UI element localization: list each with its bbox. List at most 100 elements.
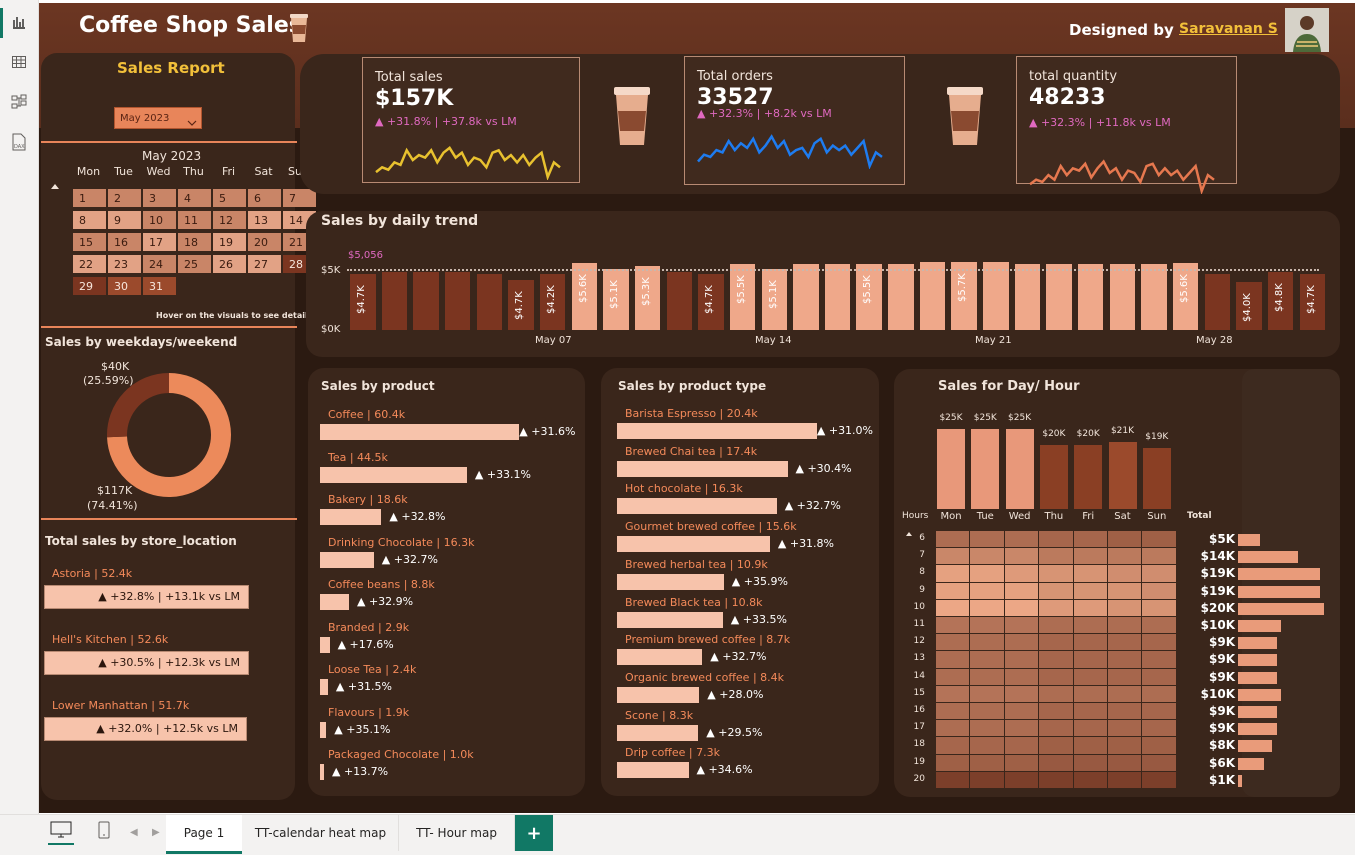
calendar-day[interactable]: 7 <box>283 189 316 207</box>
heatmap-cell[interactable] <box>1142 720 1176 737</box>
day-bar[interactable] <box>1142 448 1171 509</box>
heatmap-cell[interactable] <box>936 703 970 720</box>
calendar-day[interactable]: 16 <box>108 233 141 251</box>
calendar-day[interactable]: 1 <box>73 189 106 207</box>
tab-hour-map[interactable]: TT- Hour map <box>399 815 515 851</box>
ptypes-bar[interactable] <box>617 498 777 515</box>
calendar-day[interactable]: 5 <box>213 189 246 207</box>
collapse-arrow-icon[interactable] <box>51 175 59 194</box>
calendar-day[interactable]: 6 <box>248 189 281 207</box>
heatmap-cell[interactable] <box>1108 599 1142 616</box>
total-bar[interactable] <box>1238 602 1324 615</box>
calendar-day[interactable]: 25 <box>178 255 211 273</box>
total-bar[interactable] <box>1238 585 1320 598</box>
calendar-day[interactable]: 4 <box>178 189 211 207</box>
heatmap-cell[interactable] <box>1073 617 1107 634</box>
heatmap-cell[interactable] <box>1004 582 1039 599</box>
heatmap-cell[interactable] <box>1039 703 1073 720</box>
heatmap-cell[interactable] <box>1108 582 1142 599</box>
model-view-icon[interactable] <box>9 92 29 112</box>
heatmap-cell[interactable] <box>936 668 970 685</box>
daily-bar[interactable] <box>983 261 1009 330</box>
heatmap-cell[interactable] <box>936 548 970 565</box>
heatmap-cell[interactable] <box>1004 720 1039 737</box>
store-bar[interactable]: ▲ +30.5% | +12.3k vs LM <box>44 651 249 675</box>
heatmap-cell[interactable] <box>1004 617 1039 634</box>
heatmap-cell[interactable] <box>1073 651 1107 668</box>
heatmap-cell[interactable] <box>936 737 970 754</box>
heatmap-cell[interactable] <box>1039 634 1073 651</box>
ptypes-bar[interactable] <box>617 573 724 590</box>
heatmap-cell[interactable] <box>1004 737 1039 754</box>
heatmap-cell[interactable] <box>1142 531 1176 548</box>
heatmap-cell[interactable] <box>970 599 1004 616</box>
heatmap-cell[interactable] <box>1004 668 1039 685</box>
heatmap-cell[interactable] <box>970 703 1004 720</box>
heatmap-cell[interactable] <box>970 634 1004 651</box>
heatmap-cell[interactable] <box>970 771 1004 788</box>
heatmap-cell[interactable] <box>1142 754 1176 771</box>
kpi-card[interactable]: Total sales $157K ▲ +31.8% | +37.8k vs LM <box>362 57 580 183</box>
heatmap-cell[interactable] <box>1073 754 1107 771</box>
heatmap-cell[interactable] <box>970 737 1004 754</box>
kpi-sparkline[interactable] <box>373 140 563 180</box>
daily-bar[interactable] <box>1204 273 1230 330</box>
heatmap-cell[interactable] <box>1142 668 1176 685</box>
heatmap-cell[interactable] <box>1004 703 1039 720</box>
daily-bar[interactable] <box>444 272 471 330</box>
heatmap-cell[interactable] <box>1108 565 1142 582</box>
calendar-day[interactable]: 23 <box>108 255 141 273</box>
products-bar[interactable] <box>320 424 520 440</box>
products-bar[interactable] <box>320 551 374 568</box>
heatmap-cell[interactable] <box>1073 548 1107 565</box>
heatmap-cell[interactable] <box>1073 703 1107 720</box>
heatmap-cell[interactable] <box>1108 617 1142 634</box>
calendar-day[interactable]: 26 <box>213 255 246 273</box>
desktop-view-icon[interactable] <box>50 821 72 843</box>
heatmap-cell[interactable] <box>1142 617 1176 634</box>
day-bar[interactable] <box>1074 445 1103 509</box>
heatmap-cell[interactable] <box>1073 668 1107 685</box>
heatmap-cell[interactable] <box>1039 685 1073 702</box>
report-view-icon[interactable] <box>9 12 29 32</box>
daily-bar[interactable] <box>919 261 946 330</box>
heatmap-cell[interactable] <box>1108 737 1142 754</box>
ptypes-bar[interactable] <box>617 649 703 666</box>
calendar-day[interactable]: 29 <box>73 277 106 295</box>
heatmap-cell[interactable] <box>1108 771 1142 788</box>
day-bar[interactable] <box>1005 429 1034 509</box>
daily-bar[interactable] <box>824 264 851 330</box>
tab-calendar-heat-map[interactable]: TT-calendar heat map <box>243 815 399 851</box>
heatmap-cell[interactable] <box>1004 685 1039 702</box>
heatmap-cell[interactable] <box>936 565 970 582</box>
ptypes-bar[interactable] <box>617 762 689 779</box>
weekday-donut-chart[interactable] <box>107 373 231 501</box>
total-bar[interactable] <box>1238 774 1243 787</box>
heatmap-cell[interactable] <box>1142 737 1176 754</box>
table-view-icon[interactable] <box>9 52 29 72</box>
heatmap-cell[interactable] <box>1004 565 1039 582</box>
heatmap-cell[interactable] <box>970 720 1004 737</box>
kpi-card[interactable]: Total orders 33527 ▲ +32.3% | +8.2k vs LM <box>684 56 905 185</box>
heatmap-cell[interactable] <box>1039 754 1073 771</box>
kpi-sparkline[interactable] <box>695 129 885 169</box>
daily-bar[interactable] <box>1077 264 1104 330</box>
heatmap-cell[interactable] <box>1039 737 1073 754</box>
calendar-day[interactable]: 12 <box>213 211 246 229</box>
total-bar[interactable] <box>1238 706 1277 718</box>
heatmap-cell[interactable] <box>1142 651 1176 668</box>
heatmap-cell[interactable] <box>1142 771 1176 788</box>
heatmap-cell[interactable] <box>1073 737 1107 754</box>
store-bar[interactable]: ▲ +32.8% | +13.1k vs LM <box>44 585 249 609</box>
heatmap-cell[interactable] <box>1108 754 1142 771</box>
heatmap-cell[interactable] <box>1039 531 1073 548</box>
heatmap-cell[interactable] <box>1108 651 1142 668</box>
heatmap-cell[interactable] <box>1142 582 1176 599</box>
heatmap-cell[interactable] <box>1073 565 1107 582</box>
daily-bar[interactable] <box>1141 264 1167 330</box>
add-page-button[interactable]: + <box>515 815 553 851</box>
heatmap-cell[interactable] <box>1039 582 1073 599</box>
heatmap-cell[interactable] <box>1004 531 1039 548</box>
products-bar[interactable] <box>320 764 324 780</box>
mobile-view-icon[interactable] <box>98 821 110 843</box>
